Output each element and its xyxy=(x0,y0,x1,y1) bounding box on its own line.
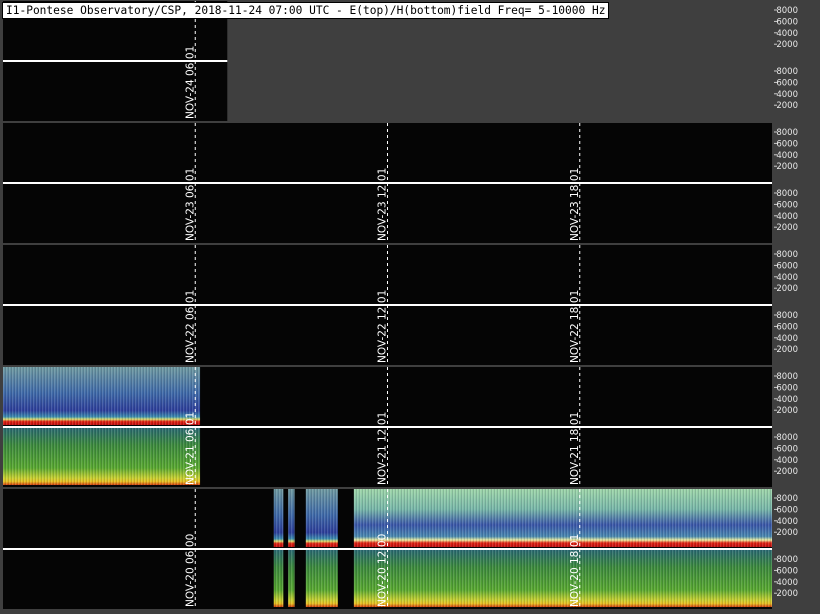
y-tick-label: 8000 xyxy=(776,250,798,260)
y-tick-label: 6000 xyxy=(776,139,798,149)
h-field-texture xyxy=(3,428,201,485)
y-tick-label: 4000 xyxy=(776,273,798,283)
y-tick-label: 6000 xyxy=(776,383,798,393)
e-field-texture xyxy=(305,489,338,547)
y-tick-label: 2000 xyxy=(776,589,798,599)
y-tick-label: 4000 xyxy=(776,456,798,466)
y-tick-label: 8000 xyxy=(776,372,798,382)
y-tick-label: 6000 xyxy=(776,322,798,332)
y-tick-label: 8000 xyxy=(776,494,798,504)
h-field-texture xyxy=(353,550,772,607)
h-field-texture xyxy=(273,550,284,607)
y-tick-label: 6000 xyxy=(776,566,798,576)
y-tick-label: 4000 xyxy=(776,578,798,588)
day-row-nov-22: NOV-22 06:01 NOV-22 12:01 NOV-22 18:01 8000… xyxy=(3,245,798,365)
time-marker-label: NOV-23 06:01 xyxy=(184,168,196,241)
y-tick-label: 8000 xyxy=(776,433,798,443)
y-tick-label: 2000 xyxy=(776,223,798,233)
y-tick-label: 4000 xyxy=(776,151,798,161)
time-marker-label: NOV-20 06:00 xyxy=(184,534,196,607)
time-marker-label: NOV-21 18:01 xyxy=(569,412,581,485)
y-tick-label: 2000 xyxy=(776,101,798,111)
time-marker-label: NOV-21 06:01 xyxy=(184,412,196,485)
time-marker-label: NOV-22 06:01 xyxy=(184,290,196,363)
y-tick-label: 4000 xyxy=(776,517,798,527)
time-marker-label: NOV-23 12:01 xyxy=(377,168,389,241)
y-tick-label: 4000 xyxy=(776,29,798,39)
day-row-nov-23: NOV-23 06:01 NOV-23 12:01 NOV-23 18:01 8000… xyxy=(3,123,798,243)
e-field-texture xyxy=(353,489,772,547)
y-tick-label: 4000 xyxy=(776,90,798,100)
y-tick-label: 8000 xyxy=(776,128,798,138)
y-tick-label: 2000 xyxy=(776,162,798,172)
y-tick-label: 4000 xyxy=(776,395,798,405)
y-tick-label: 2000 xyxy=(776,467,798,477)
y-tick-label: 2000 xyxy=(776,528,798,538)
time-marker-label: NOV-21 12:01 xyxy=(377,412,389,485)
time-marker-label: NOV-22 12:01 xyxy=(377,290,389,363)
y-tick-label: 6000 xyxy=(776,200,798,210)
h-field-texture xyxy=(305,550,338,607)
y-tick-label: 8000 xyxy=(776,311,798,321)
time-marker-label: NOV-20 12:00 xyxy=(377,534,389,607)
y-tick-label: 6000 xyxy=(776,505,798,515)
y-tick-label: 2000 xyxy=(776,284,798,294)
time-marker-label: NOV-20 18:01 xyxy=(569,534,581,607)
time-marker-label: NOV-22 18:01 xyxy=(569,290,581,363)
day-row-nov-24: NOV-24 06:018000600040002000800060004000… xyxy=(3,1,798,121)
e-field-texture xyxy=(288,489,295,547)
chart-title: I1-Pontese Observatory/CSP, 2018-11-24 0… xyxy=(2,2,610,19)
y-tick-label: 8000 xyxy=(776,189,798,199)
day-row-nov-21: NOV-21 06:01 NOV-21 12:01 NOV-21 18:01 8000… xyxy=(3,367,798,487)
y-tick-label: 2000 xyxy=(776,40,798,50)
time-marker-label: NOV-23 18:01 xyxy=(569,168,581,241)
y-tick-label: 6000 xyxy=(776,78,798,88)
e-field-texture xyxy=(3,367,201,425)
y-tick-label: 6000 xyxy=(776,444,798,454)
y-tick-label: 4000 xyxy=(776,334,798,344)
y-tick-label: 2000 xyxy=(776,345,798,355)
y-tick-label: 8000 xyxy=(776,6,798,16)
time-marker-label: NOV-24 06:01 xyxy=(184,46,196,119)
e-field-texture xyxy=(273,489,284,547)
day-row-nov-20: NOV-20 06:00 NOV-20 12:00 NOV-20 18:01 8000… xyxy=(3,489,798,609)
y-tick-label: 4000 xyxy=(776,212,798,222)
y-tick-label: 8000 xyxy=(776,67,798,77)
y-tick-label: 2000 xyxy=(776,406,798,416)
spectrogram-chart: NOV-24 06:018000600040002000800060004000… xyxy=(3,1,798,609)
y-tick-label: 8000 xyxy=(776,555,798,565)
y-tick-label: 6000 xyxy=(776,17,798,27)
h-field-texture xyxy=(288,550,295,607)
y-tick-label: 6000 xyxy=(776,261,798,271)
